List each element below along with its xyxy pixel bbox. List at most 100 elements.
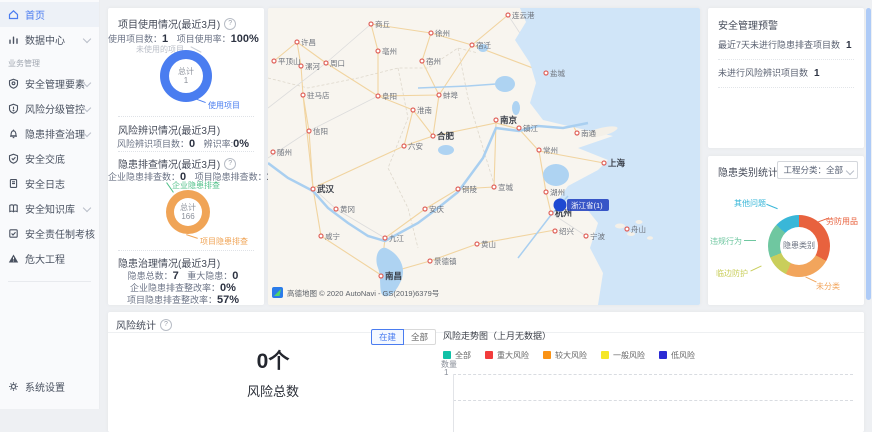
city-label: 常州 [543,146,558,155]
risk-total-stat: 0个 风险总数 [218,345,328,400]
segment-label: 未分类 [816,281,840,292]
sidebar-item-responsibility-assessment[interactable]: 安全责任制考核 [0,221,99,246]
gridline [453,374,853,375]
hazard-category-panel: 隐患类别统计（最近3月） 工程分类：全部 隐患类别 劳防用品 未分类 临边防护 … [708,156,864,305]
city-marker [584,234,588,238]
city-label: 湖州 [550,188,565,197]
sidebar-item-safety-elements[interactable]: 安全管理要素 [0,71,99,96]
legend-swatch [659,351,667,359]
city-label: 周口 [330,59,345,68]
city-marker [376,49,380,53]
legend-item[interactable]: 较大风险 [543,350,587,361]
legend-item[interactable]: 一般风险 [601,350,645,361]
city-marker [575,131,579,135]
city-label: 六安 [408,141,423,151]
legend-swatch [601,351,609,359]
sidebar-item-hazard-inspection[interactable]: 隐患排查治理 [0,121,99,146]
help-icon[interactable]: ? [224,18,236,30]
city-marker [537,148,541,152]
sidebar-divider [8,281,91,282]
usage-title: 项目使用情况(最近3月) [118,16,220,31]
chevron-down-icon [83,35,91,43]
city-marker [544,190,548,194]
map-canvas[interactable]: 商丘徐州宿迁连云港许昌漯河周口亳州宿州平顶山阜阳蚌埠驻马店淮南盐城信阳合肥六安南… [268,8,700,305]
city-marker [494,118,498,122]
city-label: 黄山 [481,239,496,249]
legend-swatch [443,351,451,359]
legend-swatch [543,351,551,359]
trend-legend: 全部重大风险较大风险一般风险低风险 [443,346,709,364]
svg-text:高德地图 © 2020 AutoNavi - GS(2019: 高德地图 © 2020 AutoNavi - GS(2019)6379号 [287,288,439,298]
sidebar-item-label: 安全知识库 [25,201,75,216]
risk-total-value: 0个 [218,345,328,375]
sidebar-item-label: 隐患排查治理 [25,126,85,141]
gear-icon [8,381,19,392]
map-panel[interactable]: 商丘徐州宿迁连云港许昌漯河周口亳州宿州平顶山阜阳蚌埠驻马店淮南盐城信阳合肥六安南… [268,8,700,305]
city-marker [431,134,435,138]
city-label: 宿迁 [476,40,491,50]
city-marker [456,187,460,191]
chevron-down-icon [846,167,854,175]
treatment-title: 隐患治理情况(最近3月) [118,255,220,270]
home-icon [8,9,19,20]
sidebar-item-data-center[interactable]: 数据中心 [0,27,99,52]
city-marker [334,207,338,211]
tab-all[interactable]: 全部 [404,329,436,345]
risk-total-label: 风险总数 [218,381,328,400]
pin-label: 浙江省(1) [571,200,603,210]
city-marker [383,236,387,240]
alert-row[interactable]: 未进行风险辨识项目数1 [718,66,854,88]
city-label: 信阳 [313,126,328,136]
gridline [453,400,853,401]
sidebar-item-major-projects[interactable]: 危大工程 [0,246,99,271]
city-label: 安庆 [429,204,444,214]
help-icon[interactable]: ? [224,158,236,170]
sidebar-item-settings[interactable]: 系统设置 [0,374,100,399]
tab-under-construction[interactable]: 在建 [371,329,404,345]
alert-row[interactable]: 最近7天未进行隐患排查项目数1 [718,38,854,60]
city-label: 平顶山 [278,56,301,66]
scrollbar-thumb[interactable] [866,8,871,300]
city-label: 宁波 [590,231,605,241]
sidebar-item-label: 安全日志 [25,176,65,191]
usage-stats: 使用项目数：1 项目使用率：100% [108,32,264,45]
donut-label-used: 使用项目 [208,100,240,111]
city-label: 南昌 [385,271,402,281]
city-marker [295,40,299,44]
city-label: 武汉 [317,184,335,194]
city-label: 九江 [389,234,404,243]
risk-id-title: 风险辨识情况(最近3月) [118,122,220,137]
bar-chart-icon [8,34,19,45]
city-marker [324,61,328,65]
city-label: 宣城 [498,182,513,192]
city-marker [437,93,441,97]
city-label: 咸宁 [325,231,340,241]
city-marker [420,59,424,63]
legend-swatch [485,351,493,359]
divider [118,116,254,117]
city-marker [429,31,433,35]
sidebar-item-knowledge-base[interactable]: 安全知识库 [0,196,99,221]
category-filter-dropdown[interactable]: 工程分类：全部 [777,161,858,179]
city-marker [272,59,276,63]
sidebar-item-home[interactable]: 首页 [0,2,99,27]
city-marker [470,43,474,47]
city-marker [625,227,629,231]
sidebar-item-risk-control[interactable]: 风险分级管控 [0,96,99,121]
map-location-pin[interactable]: 浙江省(1) [554,199,610,212]
city-marker [602,161,606,165]
city-marker [553,229,557,233]
connector-line [194,98,206,103]
help-icon[interactable]: ? [160,319,172,331]
sidebar-item-safety-log[interactable]: 安全日志 [0,171,99,196]
map-attribution: 高德地图 © 2020 AutoNavi - GS(2019)6379号 [272,287,439,298]
connector-line [186,234,198,239]
legend-item[interactable]: 低风险 [659,350,695,361]
city-label: 黄冈 [340,204,355,214]
city-marker [492,185,496,189]
legend-item[interactable]: 重大风险 [485,350,529,361]
city-label: 商丘 [375,19,390,29]
city-marker [319,234,323,238]
sidebar-item-safety-disclosure[interactable]: 安全交底 [0,146,99,171]
category-donut-chart: 隐患类别 [768,215,830,277]
